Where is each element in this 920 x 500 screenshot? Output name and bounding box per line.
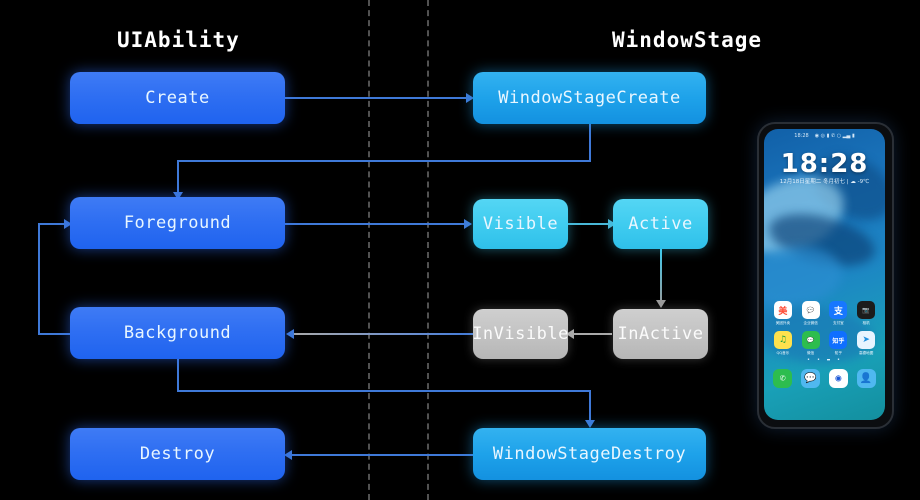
edge-active-to-inactive [660, 249, 662, 305]
arrowhead-to-wsd [585, 420, 595, 428]
column-title-uiability: UIAbility [117, 28, 240, 52]
phone-clock: 18:28 [780, 149, 869, 179]
edge-background-loop-out [38, 333, 72, 335]
app-glyph: 知乎 [829, 331, 848, 349]
app-glyph: 美 [773, 301, 792, 319]
app-glyph: ♫ [773, 331, 792, 349]
app-label: 支付宝 [832, 321, 844, 325]
app-icon-5[interactable]: ♫ QQ音乐 [769, 331, 797, 356]
contacts-app-icon[interactable]: 👤 [856, 369, 876, 388]
edge-wsd-to-destroy [292, 454, 474, 456]
app-glyph: 📷 [857, 301, 876, 319]
edge-wsc-left [177, 160, 591, 162]
app-glyph: 💬 [801, 301, 820, 319]
page-indicator: • • ▬ • [806, 357, 843, 363]
arrowhead-active-to-inactive [656, 300, 666, 308]
column-title-windowstage: WindowStage [612, 28, 763, 52]
edge-wsc-to-foreground [177, 160, 179, 194]
app-label: 相机 [862, 321, 870, 325]
node-background[interactable]: Background [70, 307, 285, 359]
node-destroy[interactable]: Destroy [70, 428, 285, 480]
phone-mockup: 18:28 ◉ ◎ ▮ ✆ ○ ▂▄ ▮ 18:28 12月18日星期二 冬月初… [757, 122, 894, 429]
status-bar-icons: ◉ ◎ ▮ ✆ ○ ▂▄ ▮ [814, 133, 855, 139]
node-visible[interactable]: Visible [473, 199, 568, 249]
arrowhead-foreground-to-visible [464, 219, 472, 229]
app-label: 高德地图 [858, 351, 874, 355]
edge-background-right [177, 390, 591, 392]
edge-foreground-to-visible [285, 223, 466, 225]
phone-status-bar: 18:28 ◉ ◎ ▮ ✆ ○ ▂▄ ▮ [764, 131, 885, 141]
messages-app-icon[interactable]: 💬 [801, 369, 821, 388]
edge-background-down [177, 359, 179, 392]
node-inactive[interactable]: InActive [613, 309, 708, 359]
app-glyph: 💬 [801, 331, 820, 349]
node-create[interactable]: Create [70, 72, 285, 124]
phone-dock: ✆ 💬 ◉ 👤 [769, 369, 880, 388]
app-glyph: 支 [829, 301, 848, 319]
lifecycle-diagram: UIAbility WindowStage Create Foreground … [0, 0, 920, 500]
app-icon-6[interactable]: 💬 微信 [797, 331, 825, 356]
node-foreground[interactable]: Foreground [70, 197, 285, 249]
status-bar-time: 18:28 [794, 133, 809, 139]
divider-right [427, 0, 429, 500]
app-label: 微信 [807, 351, 815, 355]
arrowhead-invisible-to-background [286, 329, 294, 339]
app-icon-3[interactable]: 支支付宝 [825, 301, 853, 326]
edge-visible-to-active [568, 223, 610, 225]
edge-create-to-wsc [285, 97, 468, 99]
edge-invisible-to-background [294, 333, 474, 335]
node-windowstagecreate[interactable]: WindowStageCreate [473, 72, 706, 124]
node-windowstagedestroy[interactable]: WindowStageDestroy [473, 428, 706, 480]
app-label: QQ音乐 [776, 351, 790, 355]
edge-to-wsd-down [589, 390, 591, 422]
edge-inactive-to-invisible [572, 333, 612, 335]
app-label: 知乎 [834, 351, 842, 355]
phone-app-icon[interactable]: ✆ [773, 369, 793, 388]
node-active[interactable]: Active [613, 199, 708, 249]
app-glyph: ➤ [857, 331, 876, 349]
phone-app-grid: 美美团外卖 💬 企业微信支支付宝 📷 相机 ♫ QQ音乐 💬 微信 知乎 知乎 ➤ 高德地图 [769, 301, 880, 361]
divider-left [368, 0, 370, 500]
app-icon-4[interactable]: 📷 相机 [852, 301, 880, 326]
app-icon-8[interactable]: ➤ 高德地图 [852, 331, 880, 356]
app-icon-2[interactable]: 💬 企业微信 [797, 301, 825, 326]
edge-background-loop-up [38, 223, 40, 335]
app-icon-1[interactable]: 美美团外卖 [769, 301, 797, 326]
app-label: 企业微信 [803, 321, 818, 325]
arrowhead-wsd-to-destroy [284, 450, 292, 460]
app-label: 美团外卖 [775, 321, 791, 325]
edge-wsc-down [589, 124, 591, 162]
browser-app-icon[interactable]: ◉ [828, 369, 848, 388]
node-invisible[interactable]: InVisible [472, 309, 568, 359]
phone-screen[interactable]: 18:28 ◉ ◎ ▮ ✆ ○ ▂▄ ▮ 18:28 12月18日星期二 冬月初… [764, 129, 885, 420]
app-icon-7[interactable]: 知乎 知乎 [825, 331, 853, 356]
phone-date-weather: 12月18日星期二 冬月初七 | ☁ -9℃ [779, 179, 870, 185]
